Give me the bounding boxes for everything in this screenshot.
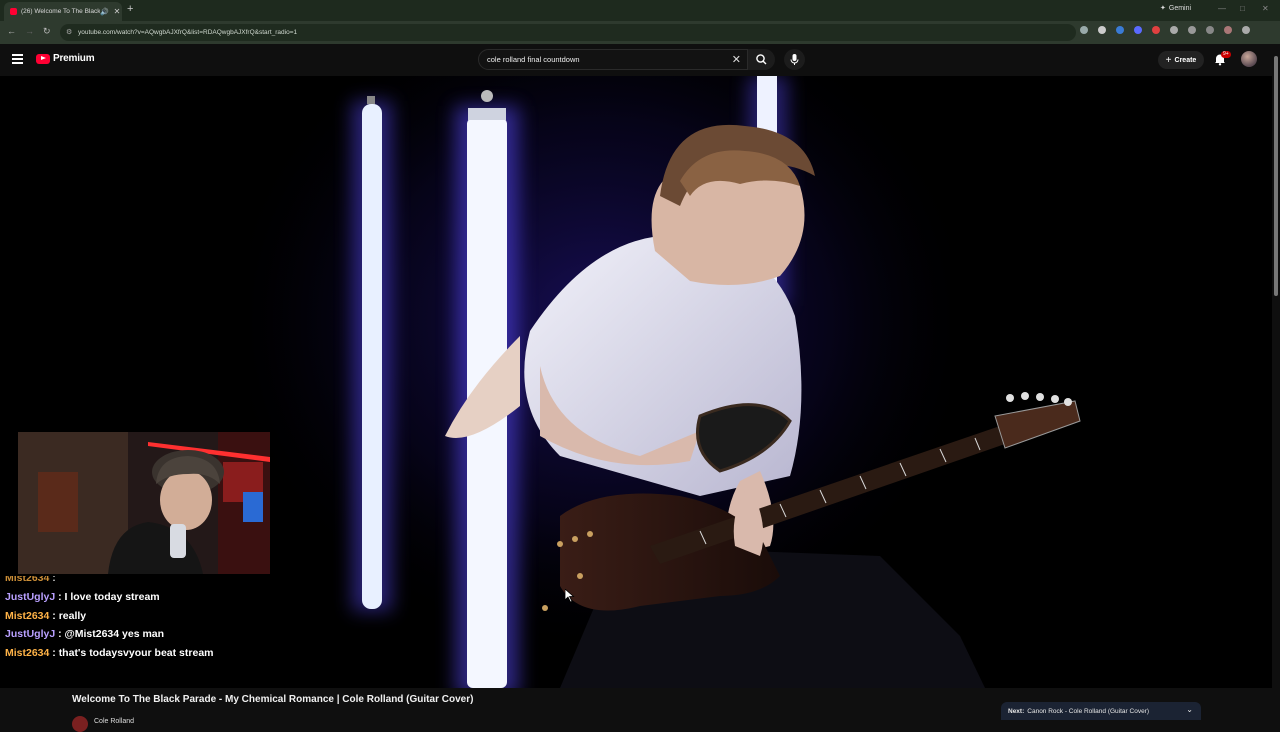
gemini-sparkle-icon: ✦ (1160, 5, 1166, 12)
account-avatar[interactable] (1241, 51, 1257, 67)
chat-message: Mist2634 : that's todaysvyour beat strea… (5, 647, 214, 659)
chat-username: Mist2634 (5, 610, 50, 622)
chat-text: : really (49, 610, 87, 622)
light-tube-left (352, 96, 392, 611)
clear-search-icon[interactable]: ✕ (732, 53, 741, 66)
browser-tab-strip: (26) Welcome To The Black 🔊 ✕ + ✦ Gemini… (0, 0, 1280, 21)
sidebar-icon[interactable] (1188, 26, 1196, 34)
maximize-icon[interactable]: □ (1240, 4, 1245, 13)
chevron-down-icon[interactable]: ⌄ (1186, 705, 1193, 714)
channel-name[interactable]: Cole Rolland (94, 718, 134, 725)
back-icon[interactable]: ← (7, 26, 16, 36)
voice-search-button[interactable] (784, 49, 805, 70)
chat-message: JustUglyJ : I love today stream (5, 591, 160, 603)
menu-dots-icon[interactable] (1242, 26, 1250, 34)
channel-row[interactable]: Cole Rolland (72, 710, 134, 732)
premium-label: Premium (53, 53, 95, 64)
chat-message: Mist2634 : (5, 572, 56, 584)
create-button[interactable]: + Create (1158, 51, 1204, 69)
chat-text: : (49, 572, 56, 584)
forward-icon[interactable]: → (25, 26, 34, 36)
page-scrollbar[interactable] (1272, 44, 1280, 720)
microphone-icon (790, 54, 799, 65)
chat-text: : I love today stream (55, 591, 160, 603)
extension-icons (1080, 26, 1250, 34)
cast-icon[interactable] (1080, 26, 1088, 34)
window-close-icon[interactable]: ✕ (1262, 4, 1269, 13)
chat-message: Mist2634 : really (5, 610, 86, 622)
new-tab-button[interactable]: + (127, 3, 133, 15)
profile-icon[interactable] (1224, 26, 1232, 34)
youtube-play-icon (36, 53, 50, 64)
minimize-icon[interactable]: — (1218, 4, 1226, 13)
gemini-button[interactable]: ✦ Gemini (1160, 4, 1192, 13)
bookmark-star-icon[interactable] (1098, 26, 1106, 34)
browser-tab[interactable]: (26) Welcome To The Black 🔊 ✕ (4, 2, 122, 21)
streamer-webcam (18, 432, 270, 574)
youtube-logo[interactable]: Premium (36, 53, 95, 64)
reload-icon[interactable]: ↻ (43, 26, 51, 37)
address-bar[interactable]: ⚙ youtube.com/watch?v=AQwgbAJXfrQ&list=R… (60, 24, 1076, 41)
channel-avatar[interactable] (72, 716, 88, 732)
scrollbar-thumb[interactable] (1274, 56, 1278, 296)
site-info-icon[interactable]: ⚙ (66, 28, 72, 36)
chat-username: Mist2634 (5, 647, 50, 659)
search-button[interactable] (748, 49, 775, 70)
menu-hamburger-icon[interactable] (12, 54, 23, 64)
browser-toolbar: ← → ↻ ⚙ youtube.com/watch?v=AQwgbAJXfrQ&… (0, 21, 1280, 44)
video-title: Welcome To The Black Parade - My Chemica… (72, 694, 474, 705)
search-input[interactable]: cole rolland final countdown ✕ (478, 49, 748, 70)
youtube-favicon-icon (10, 8, 17, 15)
search-query: cole rolland final countdown (487, 55, 580, 64)
download-icon[interactable] (1206, 26, 1214, 34)
url-text: youtube.com/watch?v=AQwgbAJXfrQ&list=RDA… (78, 29, 298, 36)
chat-username: JustUglyJ (5, 628, 56, 640)
notification-badge: 9+ (1221, 51, 1231, 58)
search-icon (756, 54, 767, 65)
extension-blue-icon[interactable] (1116, 26, 1124, 34)
extension-red-icon[interactable] (1152, 26, 1160, 34)
youtube-header: Premium cole rolland final countdown ✕ +… (0, 44, 1280, 76)
create-label: Create (1174, 56, 1197, 64)
chat-text: : @Mist2634 yes man (55, 628, 165, 640)
tab-close-icon[interactable]: ✕ (112, 7, 122, 16)
extensions-puzzle-icon[interactable] (1170, 26, 1178, 34)
mouse-cursor-icon (565, 589, 575, 603)
chat-username: Mist2634 (5, 572, 50, 584)
plus-icon: + (1165, 54, 1172, 66)
tab-title: (26) Welcome To The Black (21, 8, 101, 15)
gemini-label: Gemini (1168, 4, 1192, 12)
chat-username: JustUglyJ (5, 591, 56, 603)
speaker-icon[interactable]: 🔊 (100, 8, 109, 16)
extension-violet-icon[interactable] (1134, 26, 1142, 34)
next-video-title: Canon Rock - Cole Rolland (Guitar Cover) (1027, 707, 1150, 715)
chat-message: JustUglyJ : @Mist2634 yes man (5, 628, 164, 640)
next-video-card[interactable]: Next: Canon Rock - Cole Rolland (Guitar … (1001, 702, 1201, 720)
webcam-image (18, 432, 270, 574)
chat-text: : that's todaysvyour beat stream (49, 647, 214, 659)
stream-chat: Mist2634 : JustUglyJ : I love today stre… (0, 574, 300, 674)
next-label: Next: (1008, 707, 1025, 715)
